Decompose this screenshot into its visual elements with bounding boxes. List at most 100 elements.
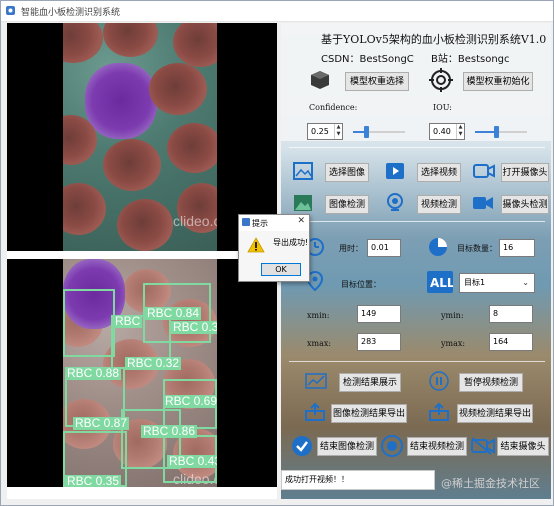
open-camera-button[interactable]: 打开摄像头 [501,163,549,182]
chevron-down-icon[interactable]: ⌄ [522,274,529,292]
video-detect-button[interactable]: 视频检测 [417,195,461,214]
export-video-result-button[interactable]: 视频检测结果导出 [457,404,533,423]
detection-label: RBC 0.88 [65,366,122,380]
webcam-icon [387,193,403,211]
detection-label: RBC 0.87 [73,416,130,430]
confidence-label: Confidence: [309,103,358,112]
export-icon [305,403,325,421]
target-select-value: 目标1 [464,278,486,287]
iou-spinbox[interactable]: 0.40 ▲ ▼ [429,123,465,140]
target-select[interactable]: 目标1 ⌄ [459,273,535,293]
ymax-label: ymax: [441,339,466,348]
target-icon [429,68,453,92]
control-panel: 基于YOLOv5架构的血小板检测识别系统V1.0 CSDN：BestSongC … [281,23,551,499]
blood-cell [63,23,103,63]
detection-label: RBC 0.35 [65,474,122,487]
iou-slider-fill [475,131,496,133]
time-field[interactable]: 0.01 [367,239,401,257]
export-image-result-button[interactable]: 图像检测结果导出 [331,404,407,423]
detection-label: RBC 0.69 [163,395,217,408]
app-window: 智能血小板检测识别系统 clideo.com [0,0,554,506]
confidence-spinbox[interactable]: 0.25 ▲ ▼ [307,123,343,140]
iou-slider-handle[interactable] [494,126,499,138]
status-text: 成功打开视频！！ [285,475,349,484]
spin-arrows-icon[interactable]: ▲ ▼ [456,124,464,139]
xmax-field[interactable]: 283 [357,333,401,351]
camera-detect-button[interactable]: 摄像头检测 [501,195,549,214]
select-video-button[interactable]: 选择视频 [417,163,461,182]
iou-slider[interactable] [475,126,527,138]
bilibili-label: B站：Bestsongc [431,54,510,65]
stop-circle-icon [381,435,403,457]
original-image: clideo.com [63,23,217,251]
ymin-label: ymin: [441,311,464,320]
image-area: clideo.com clideo.com [7,23,277,499]
divider [289,361,545,362]
blood-cell [63,183,106,235]
title-bar: 智能血小板检测识别系统 [1,1,553,22]
iou-label: IOU: [433,103,452,112]
close-icon[interactable]: ✕ [297,216,305,226]
camera-off-icon [471,437,495,455]
ymax-field[interactable]: 164 [489,333,533,351]
end-video-detect-button[interactable]: 结束视频检测 [407,437,467,456]
position-label: 目标位置： [341,280,381,289]
count-field[interactable]: 16 [499,239,535,257]
confidence-slider-handle[interactable] [364,126,369,138]
cube-icon [311,71,329,89]
status-bar: 成功打开视频！！ [281,470,435,490]
dialog-message: 导出成功! [273,238,309,247]
all-targets-icon: ALL [427,271,453,293]
detection-label: RBC 0.32 [125,356,182,370]
csdn-label: CSDN：BestSongC [321,54,414,65]
result-image-pane: clideo.com RBC 0.84 RBC RBC 0.36 RBC 0.3… [7,259,277,487]
xmin-field[interactable]: 149 [357,305,401,323]
pie-chart-icon [429,238,447,256]
init-weights-button[interactable]: 模型权重初始化 [463,72,533,91]
spin-arrows-icon[interactable]: ▲ ▼ [334,124,342,139]
blood-cell [117,199,173,251]
show-result-button[interactable]: 检测结果展示 [339,373,401,392]
xmin-label: xmin: [307,311,330,320]
video-file-icon [386,163,404,179]
detection-label: RBC 0.84 [145,306,202,320]
image-detect-button[interactable]: 图像检测 [325,195,369,214]
ok-button[interactable]: OK [261,263,301,276]
platelet-blob [85,63,157,139]
select-image-button[interactable]: 选择图像 [325,163,369,182]
footer-watermark: @稀土掘金技术社区 [441,477,540,490]
detection-label: RBC 0.43 [167,455,217,468]
divider [289,221,545,222]
blood-cell [149,63,207,115]
video-camera-icon [473,197,493,209]
window-title: 智能血小板检测识别系统 [21,8,121,18]
select-weights-button[interactable]: 模型权重选择 [345,72,409,91]
detection-label: RBC 0.86 [141,424,198,438]
blood-cell [103,23,158,57]
time-label: 用时： [339,244,363,253]
camera-icon [473,164,495,178]
iou-value: 0.40 [433,127,451,136]
detection-label: RBC 0.36 [171,321,217,334]
pause-video-button[interactable]: 暂停视频检测 [459,373,523,392]
app-icon [6,6,15,15]
divider [289,147,545,148]
svg-text:ALL: ALL [430,276,453,290]
warning-icon [247,237,265,253]
end-camera-button[interactable]: 结束摄像头 [497,437,549,456]
dialog-title: 提示 [252,219,268,228]
check-circle-icon [292,436,312,456]
blood-cell [173,23,217,67]
blood-cell [103,139,161,191]
original-image-pane: clideo.com [7,23,277,251]
image-detect-icon [294,195,312,211]
confidence-slider[interactable] [353,126,405,138]
end-image-detect-button[interactable]: 结束图像检测 [317,437,377,456]
bbox-1 [63,289,115,357]
export-success-dialog: 提示 ✕ 导出成功! OK [238,214,310,282]
line-chart-icon [305,373,327,389]
result-image: clideo.com RBC 0.84 RBC RBC 0.36 RBC 0.3… [63,259,217,487]
ymin-field[interactable]: 8 [489,305,533,323]
app-heading: 基于YOLOv5架构的血小板检测识别系统V1.0 [321,33,547,46]
detection-label: RBC [113,314,143,328]
